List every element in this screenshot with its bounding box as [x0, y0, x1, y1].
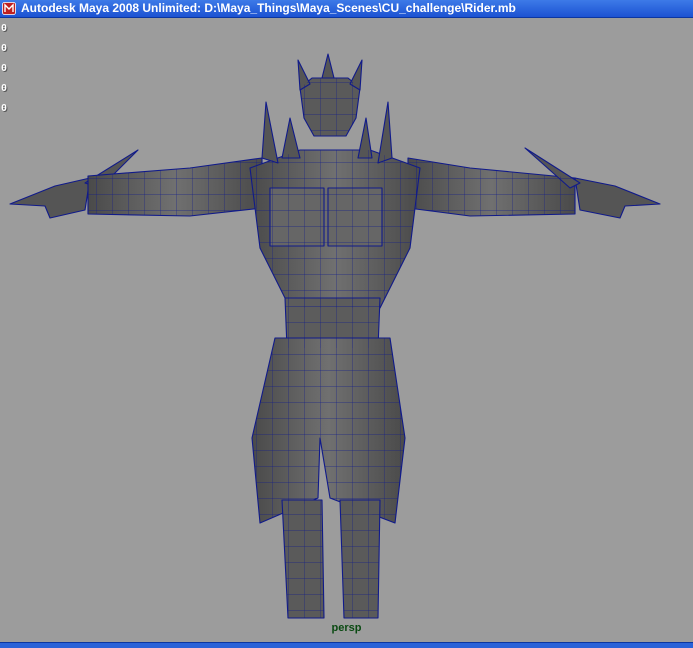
left-hand: [9, 177, 91, 219]
right-hand: [574, 177, 661, 219]
maya-app-icon[interactable]: [2, 2, 16, 15]
window-title-bar[interactable]: Autodesk Maya 2008 Unlimited: D:\Maya_Th…: [0, 0, 693, 18]
window-title: Autodesk Maya 2008 Unlimited: D:\Maya_Th…: [21, 1, 516, 15]
camera-name-label: persp: [331, 622, 362, 634]
head-horn: [321, 53, 335, 79]
bottom-border: [0, 642, 693, 648]
perspective-viewport[interactable]: 0 0 0 0 0 persp: [0, 18, 693, 642]
character-model[interactable]: [0, 18, 693, 642]
shoulder-spike-left: [261, 101, 279, 164]
